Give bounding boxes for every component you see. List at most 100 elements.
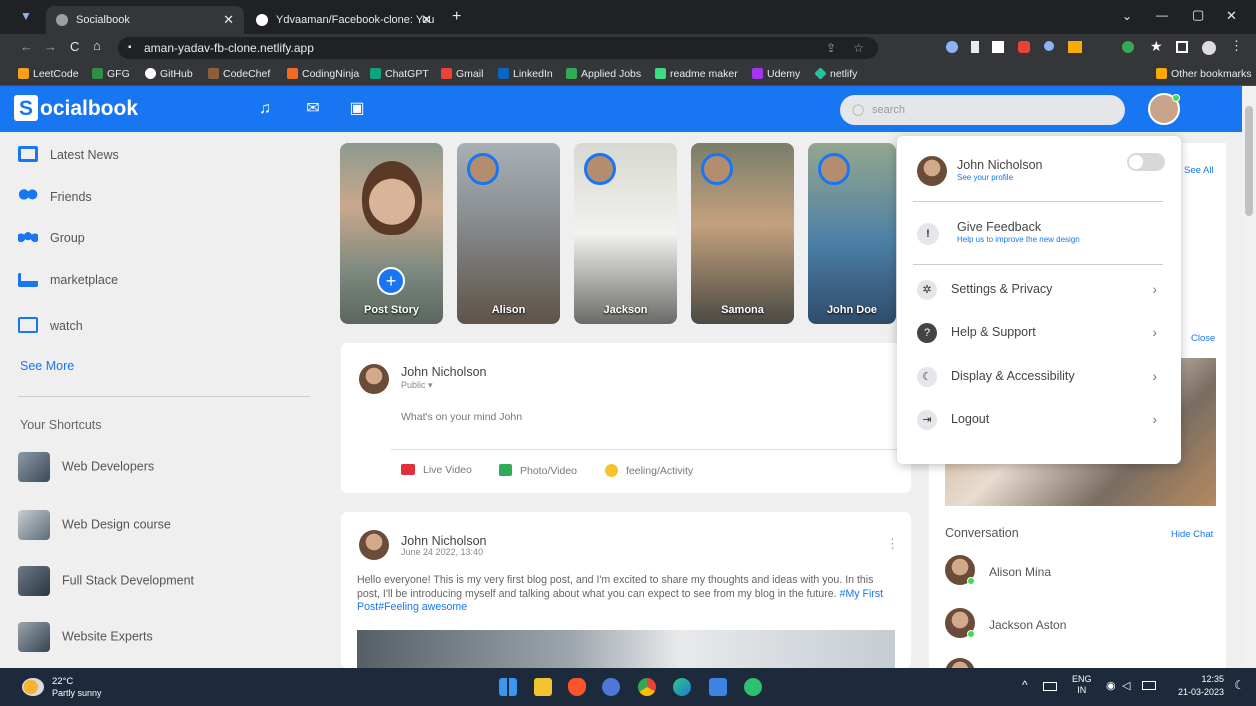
profile-icon[interactable] (1202, 41, 1216, 55)
bookmark-chatgpt[interactable]: ChatGPT (370, 62, 429, 86)
tray-keyboard-icon[interactable] (1043, 682, 1057, 691)
contact-alison[interactable]: Alison Mina (945, 555, 1205, 589)
notification-icon[interactable]: ☾ (1234, 678, 1245, 692)
extension-icon[interactable] (1044, 41, 1054, 51)
sidebar-item-latest-news[interactable]: Latest News (18, 146, 119, 162)
scrollbar-thumb[interactable] (1245, 106, 1253, 216)
post-text-input[interactable]: What's on your mind John (401, 411, 881, 423)
bookmark-gmail[interactable]: Gmail (441, 62, 483, 86)
search-input[interactable]: ◯ search (840, 95, 1125, 125)
bookmark-leetcode[interactable]: LeetCode (18, 62, 79, 86)
extension-icon[interactable] (1122, 41, 1134, 53)
photo-video-button[interactable]: Photo/Video (499, 464, 577, 477)
avatar[interactable] (359, 530, 389, 560)
tab-socialbook[interactable]: Socialbook ✕ (46, 6, 244, 34)
menu-item-display-accessibility[interactable]: ☾ Display & Accessibility › (917, 362, 1161, 392)
story-alison[interactable]: Alison (457, 143, 560, 324)
extension-icon[interactable] (1018, 41, 1030, 53)
share-icon[interactable]: ⇪ (826, 37, 836, 59)
menu-item-settings-privacy[interactable]: ✲ Settings & Privacy › (917, 275, 1161, 305)
close-link[interactable]: Close (1191, 333, 1215, 344)
video-icon[interactable]: ▣ (346, 98, 368, 120)
extension-icon[interactable] (946, 41, 958, 53)
weather-widget[interactable]: 22°C Partly sunny (18, 674, 138, 702)
volume-icon[interactable]: ◁ (1122, 679, 1130, 692)
tab-close-icon[interactable]: ✕ (421, 6, 432, 34)
minimize-button[interactable]: — (1156, 8, 1168, 22)
tab-github[interactable]: Ydvaaman/Facebook-clone: You ✕ (246, 6, 442, 34)
extension-icon[interactable] (1068, 41, 1082, 53)
other-bookmarks[interactable]: Other bookmarks (1156, 62, 1252, 86)
home-icon[interactable]: ⌂ (93, 38, 101, 53)
edge-icon[interactable] (673, 678, 691, 696)
notepad-icon[interactable] (709, 678, 727, 696)
shortcut-web-developers[interactable]: Web Developers (18, 452, 154, 482)
clock[interactable]: 12:35 21-03-2023 (1170, 673, 1224, 699)
bookmark-linkedin[interactable]: LinkedIn (498, 62, 553, 86)
bookmark-udemy[interactable]: Udemy (752, 62, 800, 86)
story-samona[interactable]: Samona (691, 143, 794, 324)
page-scrollbar[interactable] (1242, 86, 1256, 668)
see-all-link[interactable]: See All (1184, 165, 1214, 176)
contact-jackson[interactable]: Jackson Aston (945, 608, 1205, 642)
live-video-button[interactable]: Live Video (401, 464, 472, 476)
add-story-icon[interactable]: + (377, 267, 405, 295)
shortcut-website-experts[interactable]: Website Experts (18, 622, 153, 652)
reload-icon[interactable]: C (70, 39, 79, 54)
maximize-button[interactable]: ▢ (1192, 7, 1204, 23)
feeling-activity-button[interactable]: feeling/Activity (605, 464, 693, 477)
shortcut-web-design-course[interactable]: Web Design course (18, 510, 171, 540)
browser-menu-icon[interactable]: ▼ (20, 9, 32, 23)
forward-icon[interactable]: → (44, 39, 57, 54)
sidebar-item-watch[interactable]: watch (18, 317, 83, 333)
post-options-icon[interactable]: ⋮ (886, 536, 899, 552)
composer-user-name[interactable]: John Nicholson (401, 365, 486, 379)
url-input[interactable]: ▪ aman-yadav-fb-clone.netlify.app ⇪ ☆ (118, 37, 878, 59)
language-indicator[interactable]: ENG IN (1072, 674, 1092, 696)
bookmark-codingninja[interactable]: CodingNinja (287, 62, 359, 86)
menu-item-help-support[interactable]: ? Help & Support › (917, 318, 1161, 348)
story-jackson[interactable]: Jackson (574, 143, 677, 324)
bookmark-codechef[interactable]: CodeChef (208, 62, 270, 86)
see-more-link[interactable]: See More (20, 359, 74, 373)
profile-link[interactable]: John Nicholson See your profile (917, 154, 1117, 190)
side-panel-icon[interactable] (1176, 41, 1188, 53)
extension-icon[interactable] (971, 41, 979, 53)
sidebar-item-friends[interactable]: Friends (18, 188, 92, 204)
mail-icon[interactable]: ✉ (302, 98, 324, 120)
user-avatar[interactable] (1148, 93, 1180, 125)
battery-icon[interactable] (1142, 681, 1156, 690)
hide-chat-link[interactable]: Hide Chat (1171, 529, 1213, 540)
bookmark-readme-maker[interactable]: readme maker (655, 62, 738, 86)
sidebar-item-marketplace[interactable]: marketplace (18, 273, 118, 287)
vscode-like-icon[interactable] (602, 678, 620, 696)
chrome-icon[interactable] (638, 678, 656, 696)
tab-close-icon[interactable]: ✕ (223, 6, 234, 34)
extension-icon[interactable] (992, 41, 1004, 53)
bookmark-netlify[interactable]: netlify (814, 62, 857, 86)
store-icon[interactable] (744, 678, 762, 696)
file-explorer-icon[interactable] (534, 678, 552, 696)
bookmark-applied-jobs[interactable]: Applied Jobs (566, 62, 641, 86)
brave-icon[interactable] (568, 678, 586, 696)
shortcut-full-stack-development[interactable]: Full Stack Development (18, 566, 194, 596)
windows-start-icon[interactable] (499, 678, 517, 696)
back-icon[interactable]: ← (20, 39, 33, 54)
story-post[interactable]: + Post Story (340, 143, 443, 324)
sidebar-item-group[interactable]: Group (18, 229, 85, 245)
post-author[interactable]: John Nicholson (401, 534, 486, 548)
new-tab-button[interactable]: + (452, 8, 461, 26)
extensions-puzzle-icon[interactable]: ★ (1150, 38, 1163, 55)
wifi-icon[interactable]: ◉ (1106, 679, 1116, 692)
close-window-button[interactable]: ✕ (1226, 8, 1237, 24)
menu-item-logout[interactable]: ⇥ Logout › (917, 405, 1161, 435)
bell-icon[interactable]: ♫ (254, 98, 276, 120)
tab-search-icon[interactable]: ⌄ (1122, 9, 1132, 23)
privacy-select[interactable]: Public ▾ (401, 380, 433, 391)
dark-mode-toggle[interactable] (1127, 153, 1165, 171)
kebab-menu-icon[interactable]: ⋮ (1230, 38, 1243, 54)
story-john-doe[interactable]: John Doe (808, 143, 896, 324)
avatar[interactable] (359, 364, 389, 394)
give-feedback-button[interactable]: ! Give Feedback Help us to improve the n… (917, 218, 1167, 254)
bookmark-github[interactable]: GitHub (145, 62, 193, 86)
